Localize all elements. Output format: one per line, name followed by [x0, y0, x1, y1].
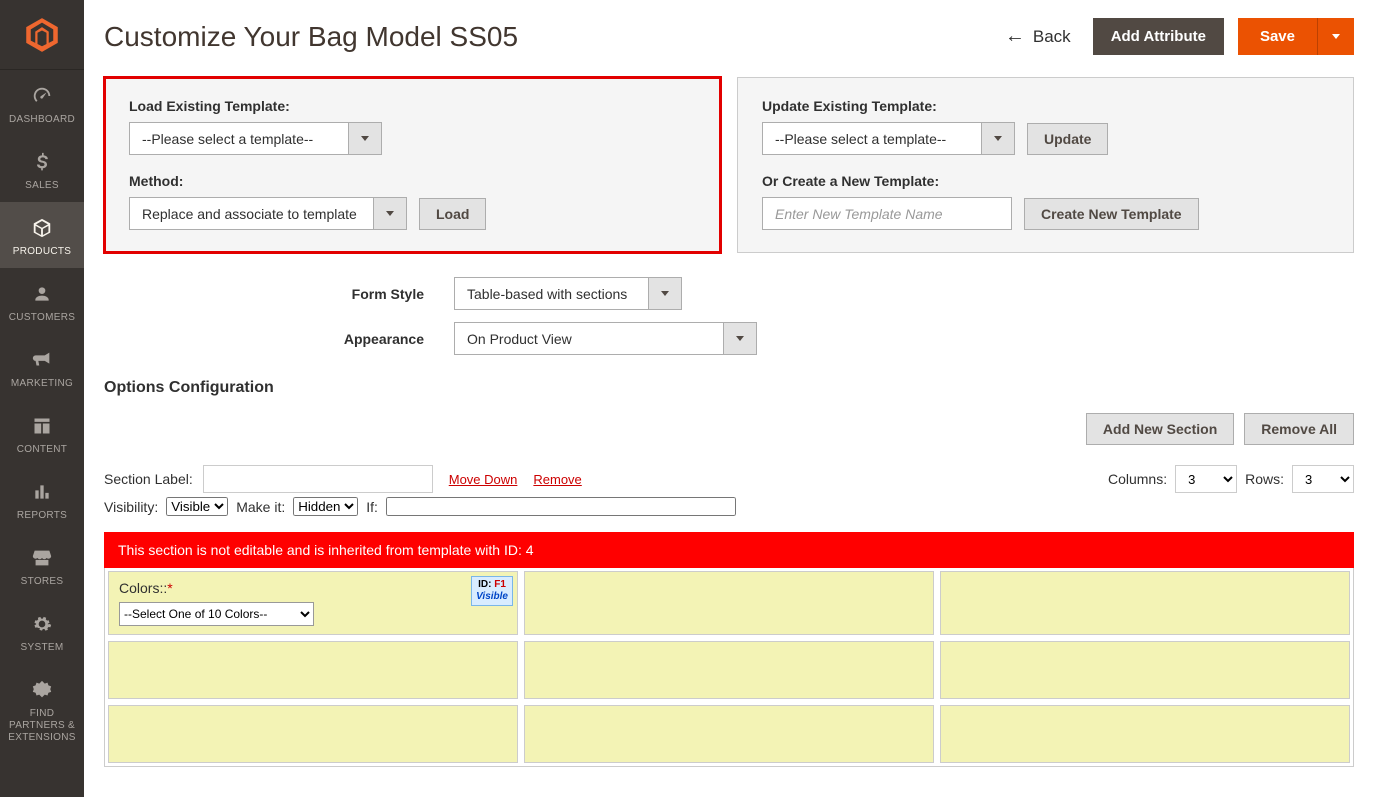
back-label: Back: [1033, 27, 1071, 47]
appearance-select[interactable]: On Product View: [454, 322, 724, 355]
nav-label: SALES: [25, 180, 59, 192]
form-style-label: Form Style: [104, 286, 454, 302]
chevron-down-icon: [1332, 34, 1340, 39]
load-template-select-toggle[interactable]: [349, 122, 382, 155]
grid-cell[interactable]: [940, 705, 1350, 763]
nav-marketing[interactable]: MARKETING: [0, 334, 84, 400]
nav-label: FIND PARTNERS & EXTENSIONS: [4, 708, 80, 744]
new-template-name-input[interactable]: [762, 197, 1012, 230]
if-input[interactable]: [386, 497, 736, 516]
options-configuration-heading: Options Configuration: [104, 379, 1354, 397]
person-icon: [32, 280, 52, 308]
grid-cell[interactable]: [524, 641, 934, 699]
load-template-label: Load Existing Template:: [129, 98, 696, 114]
save-label: Save: [1238, 18, 1317, 55]
grid-cell[interactable]: ID: F1 Visible Colors::* --Select One of…: [108, 571, 518, 635]
nav-stores[interactable]: STORES: [0, 532, 84, 598]
field-badge: ID: F1 Visible: [471, 576, 513, 606]
nav-label: SYSTEM: [21, 642, 64, 654]
nav-system[interactable]: SYSTEM: [0, 598, 84, 664]
update-button[interactable]: Update: [1027, 123, 1108, 155]
form-style-select[interactable]: Table-based with sections: [454, 277, 649, 310]
update-template-select-toggle[interactable]: [982, 122, 1015, 155]
create-template-button[interactable]: Create New Template: [1024, 198, 1199, 230]
update-template-fieldset: Update Existing Template: --Please selec…: [737, 77, 1354, 253]
nav-customers[interactable]: CUSTOMERS: [0, 268, 84, 334]
makeit-label: Make it:: [236, 499, 285, 515]
options-grid: ID: F1 Visible Colors::* --Select One of…: [104, 568, 1354, 767]
rows-label: Rows:: [1245, 471, 1284, 487]
nav-label: STORES: [21, 576, 64, 588]
megaphone-icon: [31, 346, 53, 374]
grid-cell[interactable]: [940, 641, 1350, 699]
nav-reports[interactable]: REPORTS: [0, 466, 84, 532]
logo[interactable]: [0, 0, 84, 70]
nav-partners[interactable]: FIND PARTNERS & EXTENSIONS: [0, 664, 84, 754]
method-select[interactable]: Replace and associate to template: [129, 197, 374, 230]
grid-cell[interactable]: [108, 705, 518, 763]
admin-sidebar: DASHBOARD SALES PRODUCTS CUSTOMERS MARKE…: [0, 0, 84, 797]
load-template-fieldset: Load Existing Template: --Please select …: [104, 77, 721, 253]
nav-dashboard[interactable]: DASHBOARD: [0, 70, 84, 136]
section-label-input[interactable]: [203, 465, 433, 493]
columns-select[interactable]: 3: [1175, 465, 1237, 493]
nav-label: CUSTOMERS: [9, 312, 75, 324]
appearance-select-toggle[interactable]: [724, 322, 757, 355]
store-icon: [31, 544, 53, 572]
nav-label: REPORTS: [17, 510, 67, 522]
if-label: If:: [366, 499, 378, 515]
gear-icon: [32, 610, 52, 638]
page-title: Customize Your Bag Model SS05: [104, 21, 1005, 53]
cell-title: Colors::*: [119, 580, 173, 596]
section-label-text: Section Label:: [104, 471, 193, 487]
grid-cell[interactable]: [524, 571, 934, 635]
form-style-select-toggle[interactable]: [649, 277, 682, 310]
bars-icon: [32, 478, 52, 506]
grid-cell[interactable]: [940, 571, 1350, 635]
remove-all-button[interactable]: Remove All: [1244, 413, 1354, 445]
nav-sales[interactable]: SALES: [0, 136, 84, 202]
nav-label: MARKETING: [11, 378, 73, 390]
load-button[interactable]: Load: [419, 198, 486, 230]
partners-icon: [31, 676, 53, 704]
remove-link[interactable]: Remove: [533, 472, 581, 487]
add-attribute-button[interactable]: Add Attribute: [1093, 18, 1224, 55]
rows-select[interactable]: 3: [1292, 465, 1354, 493]
save-button[interactable]: Save: [1238, 18, 1354, 55]
page-header: Customize Your Bag Model SS05 ← Back Add…: [84, 0, 1384, 77]
back-button[interactable]: ← Back: [1005, 25, 1071, 48]
nav-content[interactable]: CONTENT: [0, 400, 84, 466]
columns-label: Columns:: [1108, 471, 1167, 487]
method-label: Method:: [129, 173, 696, 189]
move-down-link[interactable]: Move Down: [449, 472, 518, 487]
update-template-select[interactable]: --Please select a template--: [762, 122, 982, 155]
nav-label: CONTENT: [17, 444, 67, 456]
inherited-section-banner: This section is not editable and is inhe…: [104, 532, 1354, 568]
visibility-label: Visibility:: [104, 499, 158, 515]
dollar-icon: [32, 148, 52, 176]
add-new-section-button[interactable]: Add New Section: [1086, 413, 1234, 445]
load-template-select[interactable]: --Please select a template--: [129, 122, 349, 155]
visibility-select[interactable]: Visible: [166, 497, 228, 516]
nav-products[interactable]: PRODUCTS: [0, 202, 84, 268]
method-select-toggle[interactable]: [374, 197, 407, 230]
gauge-icon: [31, 82, 53, 110]
arrow-left-icon: ←: [1005, 25, 1025, 48]
colors-select[interactable]: --Select One of 10 Colors--: [119, 602, 314, 626]
cube-icon: [31, 214, 53, 242]
layout-icon: [32, 412, 52, 440]
grid-cell[interactable]: [108, 641, 518, 699]
save-dropdown-toggle[interactable]: [1317, 18, 1354, 55]
create-template-label: Or Create a New Template:: [762, 173, 1329, 189]
nav-label: PRODUCTS: [13, 246, 72, 258]
nav-label: DASHBOARD: [9, 114, 75, 126]
makeit-select[interactable]: Hidden: [293, 497, 358, 516]
update-template-label: Update Existing Template:: [762, 98, 1329, 114]
appearance-label: Appearance: [104, 331, 454, 347]
grid-cell[interactable]: [524, 705, 934, 763]
